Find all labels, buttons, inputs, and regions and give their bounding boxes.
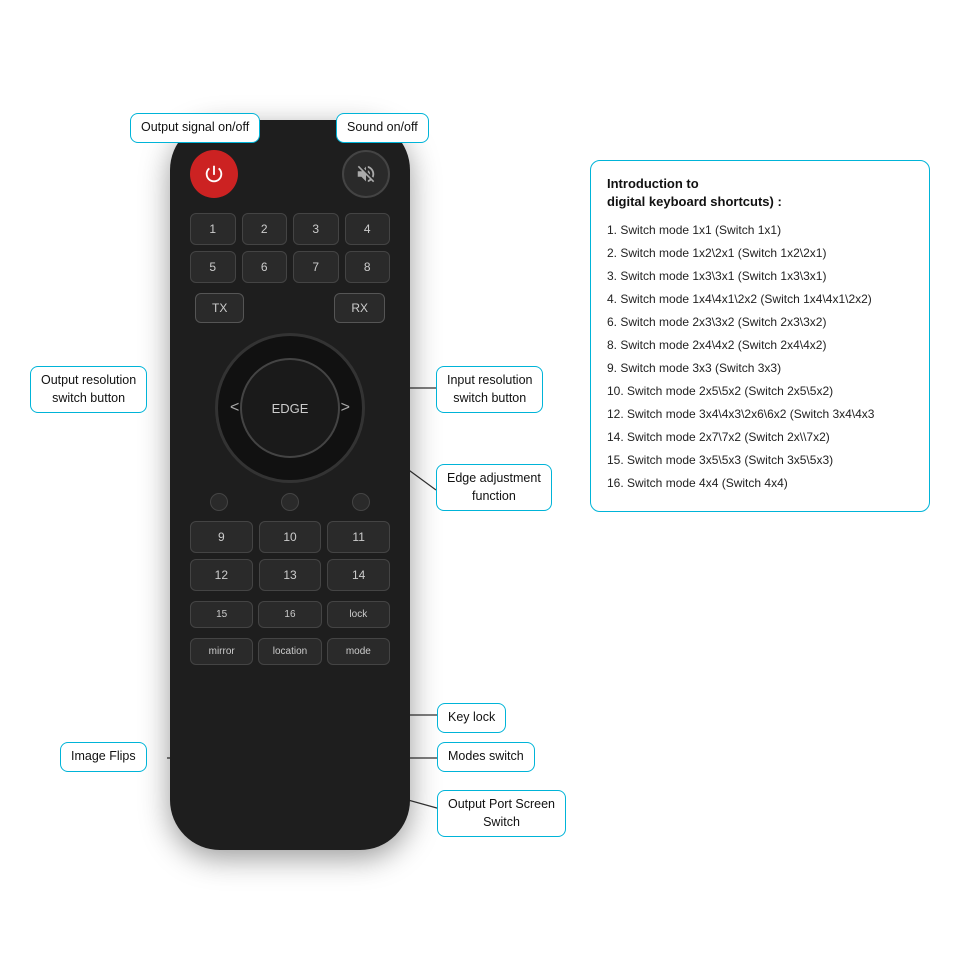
info-item-10: 14. Switch mode 2x7\7x2 (Switch 2x\\7x2) (607, 428, 913, 446)
mode-button[interactable]: mode (327, 638, 390, 665)
num-btn-2[interactable]: 2 (242, 213, 288, 245)
edge-label: EDGE (272, 401, 309, 416)
callout-box-output-port: Output Port Screen Switch (437, 790, 566, 837)
info-item-8: 10. Switch mode 2x5\5x2 (Switch 2x5\5x2) (607, 382, 913, 400)
tx-button[interactable]: TX (195, 293, 244, 323)
num-btn-16[interactable]: 16 (258, 601, 321, 628)
info-list: 1. Switch mode 1x1 (Switch 1x1) 2. Switc… (607, 221, 913, 492)
callout-input-res: Input resolution switch button (436, 366, 543, 413)
num-btn-11[interactable]: 11 (327, 521, 390, 553)
dot-1 (210, 493, 228, 511)
info-item-7: 9. Switch mode 3x3 (Switch 3x3) (607, 359, 913, 377)
info-item-2: 2. Switch mode 1x2\2x1 (Switch 1x2\2x1) (607, 244, 913, 262)
callout-box-modes-switch: Modes switch (437, 742, 535, 772)
row-15-16-lock: 15 16 lock (190, 601, 390, 628)
callout-box-sound: Sound on/off (336, 113, 429, 143)
callout-box-image-flips: Image Flips (60, 742, 147, 772)
callout-box-output-signal: Output signal on/off (130, 113, 260, 143)
tx-rx-row: TX RX (190, 293, 390, 323)
rx-button[interactable]: RX (334, 293, 385, 323)
callout-key-lock: Key lock (437, 703, 506, 733)
edge-inner-circle: EDGE (240, 358, 340, 458)
num-btn-14[interactable]: 14 (327, 559, 390, 591)
info-item-6: 8. Switch mode 2x4\4x2 (Switch 2x4\4x2) (607, 336, 913, 354)
power-button[interactable] (190, 150, 238, 198)
number-grid-9-14: 9 10 11 12 13 14 (190, 521, 390, 591)
info-item-9: 12. Switch mode 3x4\4x3\2x6\6x2 (Switch … (607, 405, 913, 423)
sound-button[interactable] (342, 150, 390, 198)
callout-box-input-res: Input resolution switch button (436, 366, 543, 413)
top-buttons-row (190, 150, 390, 198)
callout-modes-switch: Modes switch (437, 742, 535, 772)
main-container: 1 2 3 4 5 6 7 8 TX RX < EDGE > (0, 0, 960, 960)
num-btn-7[interactable]: 7 (293, 251, 339, 283)
row-mirror-location-mode: mirror location mode (190, 638, 390, 665)
edge-dial[interactable]: < EDGE > (215, 333, 365, 483)
info-item-12: 16. Switch mode 4x4 (Switch 4x4) (607, 474, 913, 492)
info-panel-title: Introduction to digital keyboard shortcu… (607, 175, 913, 211)
callout-box-output-res: Output resolution switch button (30, 366, 147, 413)
info-item-11: 15. Switch mode 3x5\5x3 (Switch 3x5\5x3) (607, 451, 913, 469)
num-btn-10[interactable]: 10 (259, 521, 322, 553)
num-btn-6[interactable]: 6 (242, 251, 288, 283)
num-btn-9[interactable]: 9 (190, 521, 253, 553)
callout-box-key-lock: Key lock (437, 703, 506, 733)
callout-output-signal: Output signal on/off (130, 113, 260, 143)
sound-icon (355, 163, 377, 185)
edge-right-arrow[interactable]: > (341, 399, 350, 417)
num-btn-4[interactable]: 4 (345, 213, 391, 245)
power-icon (203, 163, 225, 185)
callout-output-port: Output Port Screen Switch (437, 790, 566, 837)
lock-button[interactable]: lock (327, 601, 390, 628)
callout-output-res: Output resolution switch button (30, 366, 147, 413)
num-btn-5[interactable]: 5 (190, 251, 236, 283)
callout-image-flips: Image Flips (60, 742, 147, 772)
dot-3 (352, 493, 370, 511)
callout-edge-adjust: Edge adjustment function (436, 464, 552, 511)
callout-box-edge-adjust: Edge adjustment function (436, 464, 552, 511)
info-item-4: 4. Switch mode 1x4\4x1\2x2 (Switch 1x4\4… (607, 290, 913, 308)
num-btn-15[interactable]: 15 (190, 601, 253, 628)
num-btn-3[interactable]: 3 (293, 213, 339, 245)
callout-sound: Sound on/off (336, 113, 429, 143)
info-item-5: 6. Switch mode 2x3\3x2 (Switch 2x3\3x2) (607, 313, 913, 331)
location-button[interactable]: location (258, 638, 321, 665)
dot-2 (281, 493, 299, 511)
edge-left-arrow[interactable]: < (230, 399, 239, 417)
mirror-button[interactable]: mirror (190, 638, 253, 665)
num-btn-1[interactable]: 1 (190, 213, 236, 245)
num-btn-13[interactable]: 13 (259, 559, 322, 591)
num-btn-8[interactable]: 8 (345, 251, 391, 283)
info-panel: Introduction to digital keyboard shortcu… (590, 160, 930, 512)
info-item-3: 3. Switch mode 1x3\3x1 (Switch 1x3\3x1) (607, 267, 913, 285)
decorative-dots (190, 493, 390, 511)
remote-control: 1 2 3 4 5 6 7 8 TX RX < EDGE > (170, 120, 410, 850)
num-btn-12[interactable]: 12 (190, 559, 253, 591)
info-item-1: 1. Switch mode 1x1 (Switch 1x1) (607, 221, 913, 239)
number-grid-1-8: 1 2 3 4 5 6 7 8 (190, 213, 390, 283)
